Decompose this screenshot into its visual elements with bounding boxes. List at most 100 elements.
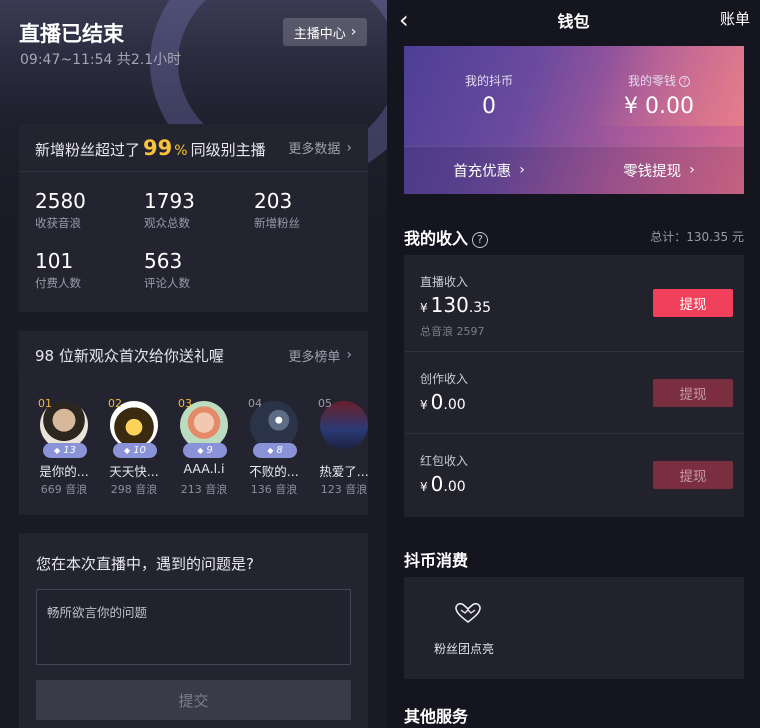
other-services-title: 其他服务 <box>404 707 469 726</box>
gifter-sound-waves: 213 音浪 <box>180 483 228 496</box>
fan-level-value: 13 <box>63 445 76 456</box>
badge-icon: ◆ <box>197 446 204 455</box>
live-duration: 09:47~11:54 共2.1小时 <box>20 52 182 68</box>
gifter-name: 是你的... <box>39 464 89 479</box>
fan-level-value: 8 <box>276 445 283 456</box>
gifter-rank: 01 <box>38 397 52 410</box>
fan-level-value: 9 <box>206 445 213 456</box>
badge-icon: ◆ <box>54 446 61 455</box>
amount-decimal: .35 <box>468 300 492 316</box>
stat-value: 563 <box>144 249 183 273</box>
stat-value: 2580 <box>35 189 86 213</box>
coins-balance[interactable]: 我的抖币 0 <box>404 72 574 119</box>
fans-stats-title: 新增粉丝超过了 99 % 同级别主播 <box>35 136 266 160</box>
change-balance[interactable]: 我的零钱? ¥ 0.00 <box>574 72 744 119</box>
submit-button[interactable]: 提交 <box>36 680 351 720</box>
gifter-rank: 04 <box>248 397 262 410</box>
change-label-row: 我的零钱? <box>574 72 744 89</box>
more-data-label: 更多数据 <box>288 142 341 157</box>
chevron-right-icon: › <box>346 347 352 363</box>
fans-stats-header: 新增粉丝超过了 99 % 同级别主播 更多数据 › <box>19 124 368 172</box>
amount-decimal: .00 <box>443 479 466 495</box>
feedback-input[interactable] <box>36 589 351 665</box>
amount-integer: 0 <box>430 472 444 496</box>
stat-label: 新增粉丝 <box>254 216 300 230</box>
feedback-card: 您在本次直播中，遇到的问题是? 提交 <box>19 533 368 728</box>
more-data-link[interactable]: 更多数据 › <box>288 138 352 158</box>
coin-consume-card: 粉丝团点亮 <box>404 577 744 679</box>
fan-club-label: 粉丝团点亮 <box>434 642 495 656</box>
chevron-right-icon: › <box>519 162 525 178</box>
fans-title-prefix: 新增粉丝超过了 <box>35 140 141 159</box>
stat-label: 收获音浪 <box>35 216 81 230</box>
gifter-sound-waves: 298 音浪 <box>110 483 158 496</box>
currency-symbol: ¥ <box>420 398 428 412</box>
stat-item: 1793 观众总数 <box>144 189 195 231</box>
amount-integer: 0 <box>430 390 444 414</box>
fan-level-badge: ◆ 8 <box>253 443 297 458</box>
income-amount: ¥0.00 <box>420 472 466 496</box>
help-icon[interactable]: ? <box>472 232 489 248</box>
gifter-rank: 05 <box>318 397 332 410</box>
gifter-name: AAA.l.i <box>183 461 225 476</box>
fan-level-badge: ◆ 10 <box>113 443 157 458</box>
host-center-label: 主播中心 <box>293 26 346 42</box>
coins-label: 我的抖币 <box>464 74 513 88</box>
fan-level-value: 10 <box>133 445 146 456</box>
gifter-rank: 02 <box>108 397 122 410</box>
gifter-sound-waves: 136 音浪 <box>250 483 298 496</box>
currency-symbol: ¥ <box>420 480 428 494</box>
gifter-name: 热爱了... <box>319 464 368 479</box>
gifter-sound-waves: 123 音浪 <box>320 483 368 496</box>
coin-consume-title: 抖币消费 <box>404 551 469 570</box>
first-recharge-button[interactable]: 首充优惠 › <box>404 146 574 194</box>
coins-value: 0 <box>482 94 496 119</box>
income-label: 直播收入 <box>420 275 469 289</box>
chevron-right-icon: › <box>346 139 352 156</box>
income-label: 创作收入 <box>420 372 469 386</box>
gifter-rank: 03 <box>178 397 192 410</box>
withdraw-change-button[interactable]: 零钱提现 › <box>574 146 744 194</box>
more-ranking-link[interactable]: 更多榜单 › <box>288 346 352 365</box>
income-title: 我的收入 <box>404 229 469 248</box>
new-gifters-title: 98 位新观众首次给你送礼喔 <box>35 346 224 365</box>
amount-decimal: .00 <box>443 397 466 413</box>
stat-item: 2580 收获音浪 <box>35 189 86 231</box>
new-gifters-header: 98 位新观众首次给你送礼喔 更多榜单 › <box>19 331 368 379</box>
withdraw-change-label: 零钱提现 <box>623 163 682 180</box>
live-summary-panel: 直播已结束 09:47~11:54 共2.1小时 主播中心 › 新增粉丝超过了 … <box>0 0 387 728</box>
fans-title-suffix: 同级别主播 <box>190 140 266 159</box>
fans-stats-card: 新增粉丝超过了 99 % 同级别主播 更多数据 › 2580 收获音浪 1793… <box>19 124 368 312</box>
withdraw-button[interactable]: 提现 <box>653 289 733 317</box>
wallet-panel: ‹ 钱包 账单 我的抖币 0 我的零钱? ¥ 0.00 首充优惠 › 零钱提现 … <box>387 0 760 728</box>
stat-label: 付费人数 <box>35 276 81 290</box>
fans-percent-sign: % <box>174 142 188 159</box>
badge-icon: ◆ <box>124 446 131 455</box>
fans-percent-value: 99 <box>143 135 173 160</box>
help-icon[interactable]: ? <box>679 76 690 87</box>
more-ranking-label: 更多榜单 <box>288 349 341 365</box>
change-value: ¥ 0.00 <box>624 94 694 119</box>
income-section-title: 我的收入? <box>404 225 489 249</box>
badge-icon: ◆ <box>267 446 274 455</box>
income-row-redpacket: 红包收入 ¥0.00 提现 <box>404 433 744 517</box>
new-gifters-card: 98 位新观众首次给你送礼喔 更多榜单 › 01 ◆ 13 是你的... 669 … <box>19 331 368 515</box>
stat-item: 101 付费人数 <box>35 249 81 291</box>
withdraw-button[interactable]: 提现 <box>653 379 733 407</box>
income-row-creation: 创作收入 ¥0.00 提现 <box>404 351 744 433</box>
bill-link[interactable]: 账单 <box>720 8 750 29</box>
feedback-question: 您在本次直播中，遇到的问题是? <box>36 555 254 573</box>
income-amount: ¥130.35 <box>420 293 491 317</box>
amount-integer: 130 <box>430 293 469 317</box>
income-label: 红包收入 <box>420 454 469 468</box>
host-center-button[interactable]: 主播中心 › <box>283 18 367 46</box>
first-recharge-label: 首充优惠 <box>453 163 512 180</box>
page-title: 直播已结束 <box>19 22 124 46</box>
chevron-right-icon: › <box>689 162 695 178</box>
gifter-list: 01 ◆ 13 是你的... 669 音浪 02 ◆ 10 天天快... 298 音… <box>33 397 368 507</box>
stat-item: 203 新增粉丝 <box>254 189 300 231</box>
gifter-name: 不败的... <box>249 464 299 479</box>
gifter-sound-waves: 669 音浪 <box>40 483 88 496</box>
gifter-name: 天天快... <box>109 464 159 479</box>
withdraw-button[interactable]: 提现 <box>653 461 733 489</box>
